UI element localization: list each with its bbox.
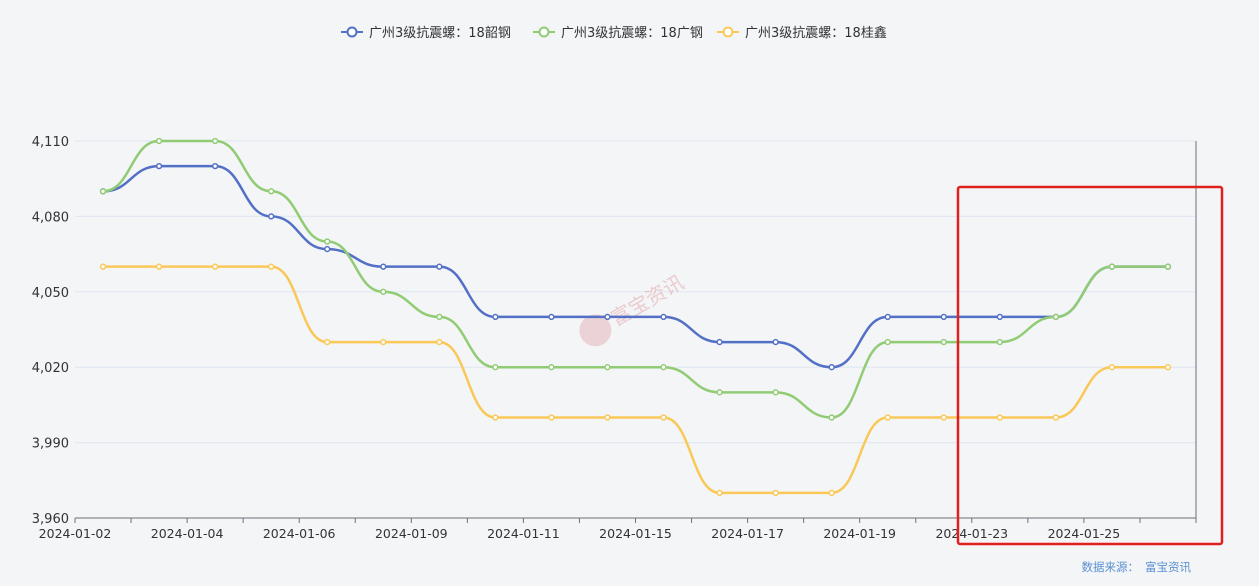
data-point (268, 213, 275, 220)
data-point (996, 414, 1003, 421)
chart-series (99, 137, 1172, 497)
data-point (772, 389, 779, 396)
data-point (155, 137, 163, 145)
data-point (380, 288, 387, 295)
data-point (1052, 313, 1060, 321)
series-2 (99, 137, 1172, 421)
data-point (155, 162, 163, 170)
x-tick-label: 2024-01-06 (263, 526, 336, 541)
data-point (604, 313, 611, 321)
data-point (660, 414, 667, 421)
legend-item[interactable]: 广州3级抗震螺：18广钢 (533, 26, 703, 41)
data-point (1108, 263, 1116, 270)
data-point (940, 414, 947, 421)
data-point (716, 338, 723, 346)
y-tick-label: 4,020 (32, 361, 69, 376)
y-tick-label: 3,960 (32, 512, 69, 527)
data-source-note: 数据来源： 富宝资讯 (1076, 559, 1192, 575)
data-point (604, 414, 611, 421)
legend-marker-icon (538, 26, 550, 38)
x-tick-label: 2024-01-19 (823, 526, 896, 541)
data-point (996, 313, 1003, 321)
data-point (772, 338, 779, 346)
data-point (492, 313, 499, 321)
legend-label: 广州3级抗震螺：18广钢 (561, 26, 703, 41)
data-point (211, 162, 219, 170)
legend-item[interactable]: 广州3级抗震螺：18韶钢 (341, 25, 511, 41)
chart-axes: 3,960 3,990 4,020 4,050 4,080 4,110 2024-01-02… (32, 135, 1197, 541)
x-tick-label: 2024-01-09 (375, 526, 448, 541)
legend-item[interactable]: 广州3级抗震螺：18桂鑫 (717, 25, 887, 41)
data-point (996, 338, 1003, 346)
x-tick-label: 2024-01-15 (599, 526, 672, 541)
x-tick-label: 2024-01-04 (151, 526, 224, 541)
data-point (211, 263, 219, 270)
legend-label: 广州3级抗震螺：18桂鑫 (745, 25, 887, 41)
data-point (211, 137, 219, 145)
series-line (102, 139, 1168, 419)
data-point (324, 238, 331, 245)
y-tick-label: 4,050 (32, 286, 69, 301)
data-point (1052, 414, 1060, 421)
data-point (1164, 263, 1172, 270)
data-point (324, 338, 331, 346)
x-tick-label: 2024-01-23 (935, 526, 1008, 541)
legend-marker-icon (346, 26, 358, 38)
data-point (436, 263, 443, 270)
highlight-rectangle (956, 185, 1224, 546)
y-tick-label: 3,990 (32, 437, 69, 452)
data-point (492, 414, 499, 421)
data-point (716, 389, 723, 396)
legend-label: 广州3级抗震螺：18韶钢 (369, 25, 511, 41)
data-point (604, 364, 611, 371)
data-point (324, 245, 331, 253)
data-point (380, 263, 387, 270)
data-point (548, 364, 555, 371)
data-point (155, 263, 163, 270)
data-point (828, 489, 835, 497)
data-point (828, 364, 835, 371)
data-point (99, 188, 107, 195)
watermark: 富宝资讯 (579, 270, 688, 347)
data-source-label: 数据来源： (1081, 560, 1140, 574)
highlight-box (956, 185, 1224, 546)
data-point (716, 489, 723, 497)
chart-legend[interactable]: 广州3级抗震螺：18韶钢 广州3级抗震螺：18广钢 广州3级抗震螺：18桂鑫 (341, 25, 887, 41)
data-point (884, 414, 891, 421)
data-point (492, 364, 499, 371)
data-point (1108, 364, 1116, 371)
data-source-value: 富宝资讯 (1145, 560, 1191, 574)
data-point (436, 313, 443, 321)
data-point (99, 263, 107, 270)
data-point (380, 338, 387, 346)
data-point (268, 188, 275, 195)
data-point (884, 338, 891, 346)
data-point (660, 364, 667, 371)
legend-marker-icon (722, 26, 734, 38)
x-tick-label: 2024-01-11 (487, 526, 560, 541)
data-point (660, 313, 667, 321)
x-tick-label: 2024-01-25 (1048, 526, 1121, 541)
data-point (940, 313, 947, 321)
data-point (436, 338, 443, 346)
data-point (772, 489, 779, 497)
data-point (1164, 364, 1172, 371)
data-point (828, 414, 835, 421)
x-tick-label: 2024-01-02 (39, 526, 112, 541)
y-tick-label: 4,080 (32, 210, 69, 225)
x-tick-label: 2024-01-17 (711, 526, 784, 541)
line-chart: 广州3级抗震螺：18韶钢 广州3级抗震螺：18广钢 广州3级抗震螺：18桂鑫 富宝资… (32, 25, 1224, 546)
data-point (884, 313, 891, 321)
data-point (268, 263, 275, 270)
watermark-group: 富宝资讯 (579, 270, 688, 347)
watermark-text: 富宝资讯 (607, 270, 688, 331)
data-point (940, 338, 947, 346)
data-point (548, 414, 555, 421)
y-tick-label: 4,110 (32, 135, 69, 150)
data-point (548, 313, 555, 321)
